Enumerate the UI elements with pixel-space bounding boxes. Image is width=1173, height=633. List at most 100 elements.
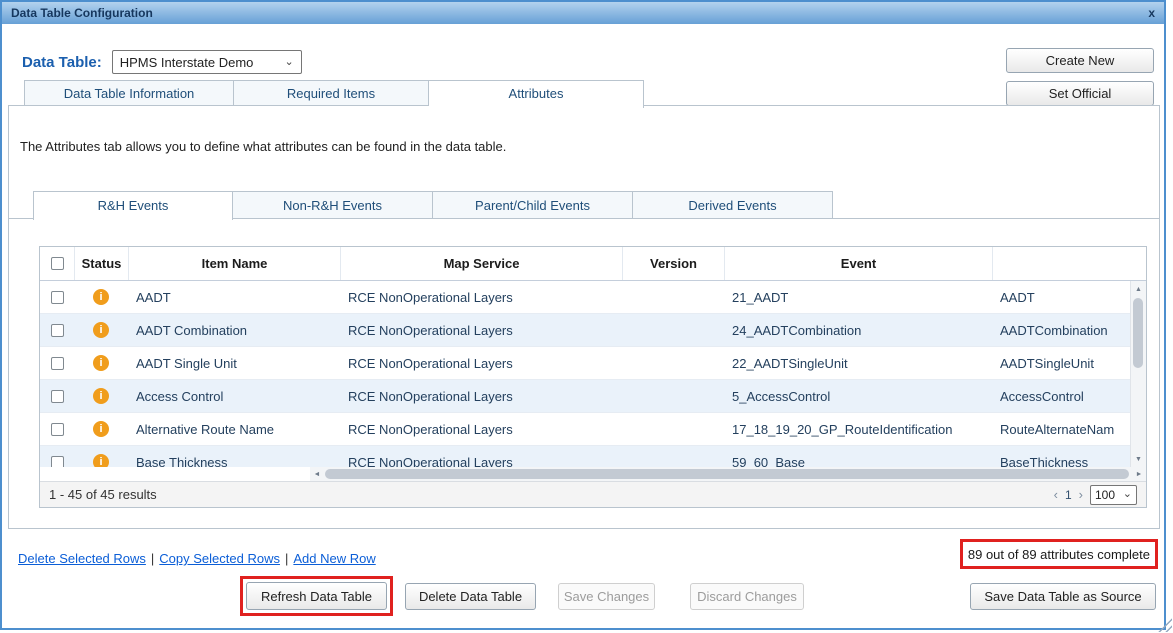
- attributes-tab-panel: The Attributes tab allows you to define …: [8, 105, 1160, 529]
- save-changes-button[interactable]: Save Changes: [558, 583, 655, 610]
- column-header-map-service: Map Service: [340, 247, 622, 280]
- tab-data-table-information[interactable]: Data Table Information: [24, 80, 234, 106]
- attribute-cell: AADT: [992, 281, 1146, 313]
- attributes-table: Status Item Name Map Service Version Eve…: [39, 246, 1147, 508]
- attribute-cell: RouteAlternateNam: [992, 413, 1146, 445]
- map-service-cell: RCE NonOperational Layers: [340, 446, 622, 467]
- page-next-icon[interactable]: ›: [1079, 487, 1083, 502]
- scroll-right-icon[interactable]: ►: [1132, 467, 1146, 481]
- save-data-table-as-source-button[interactable]: Save Data Table as Source: [970, 583, 1156, 610]
- set-official-button[interactable]: Set Official: [1006, 81, 1154, 106]
- scroll-left-icon[interactable]: ◄: [310, 467, 324, 481]
- delete-selected-rows-link[interactable]: Delete Selected Rows: [18, 551, 146, 566]
- refresh-highlight-box: Refresh Data Table: [240, 576, 393, 616]
- page-size-value: 100: [1095, 488, 1115, 502]
- version-cell: [622, 281, 724, 313]
- vertical-scrollbar-thumb[interactable]: [1133, 298, 1143, 368]
- row-checkbox[interactable]: [51, 390, 64, 403]
- data-table-select[interactable]: HPMS Interstate Demo ⌄: [112, 50, 302, 74]
- warning-status-icon: i: [93, 289, 109, 305]
- table-row[interactable]: i Alternative Route Name RCE NonOperatio…: [40, 413, 1146, 446]
- table-body: i AADT RCE NonOperational Layers 21_AADT…: [40, 281, 1146, 467]
- attribute-cell: AADTCombination: [992, 314, 1146, 346]
- table-row[interactable]: i AADT Combination RCE NonOperational La…: [40, 314, 1146, 347]
- delete-data-table-button[interactable]: Delete Data Table: [405, 583, 536, 610]
- event-subtabs: R&H Events Non-R&H Events Parent/Child E…: [33, 191, 833, 220]
- refresh-data-table-button[interactable]: Refresh Data Table: [246, 582, 387, 610]
- table-row[interactable]: i AADT RCE NonOperational Layers 21_AADT…: [40, 281, 1146, 314]
- table-header-row: Status Item Name Map Service Version Eve…: [40, 247, 1146, 281]
- event-cell: 21_AADT: [724, 281, 992, 313]
- page-size-select[interactable]: 100 ⌄: [1090, 485, 1137, 505]
- item-name-cell: Base Thickness: [128, 446, 340, 467]
- window-title: Data Table Configuration: [11, 6, 153, 20]
- subtab-derived-events[interactable]: Derived Events: [633, 191, 833, 219]
- warning-status-icon: i: [93, 388, 109, 404]
- chevron-down-icon: ⌄: [285, 57, 294, 68]
- item-name-cell: Alternative Route Name: [128, 413, 340, 445]
- table-row[interactable]: i AADT Single Unit RCE NonOperational La…: [40, 347, 1146, 380]
- discard-changes-button[interactable]: Discard Changes: [690, 583, 804, 610]
- row-action-links: Delete Selected Rows|Copy Selected Rows|…: [18, 551, 376, 566]
- column-header-item-name: Item Name: [128, 247, 340, 280]
- results-count: 1 - 45 of 45 results: [49, 487, 157, 502]
- attributes-complete-text: 89 out of 89 attributes complete: [968, 547, 1150, 562]
- subtab-non-rh-events[interactable]: Non-R&H Events: [233, 191, 433, 219]
- horizontal-scrollbar[interactable]: ◄ ►: [40, 467, 1146, 481]
- warning-status-icon: i: [93, 454, 109, 467]
- map-service-cell: RCE NonOperational Layers: [340, 281, 622, 313]
- version-cell: [622, 347, 724, 379]
- column-header-event: Event: [724, 247, 992, 280]
- link-separator: |: [151, 551, 154, 566]
- create-new-button[interactable]: Create New: [1006, 48, 1154, 73]
- item-name-cell: Access Control: [128, 380, 340, 412]
- tab-attributes[interactable]: Attributes: [429, 80, 644, 108]
- warning-status-icon: i: [93, 421, 109, 437]
- warning-status-icon: i: [93, 322, 109, 338]
- column-header-attribute: [992, 247, 1146, 280]
- version-cell: [622, 413, 724, 445]
- vertical-scrollbar[interactable]: ▲ ▼: [1130, 281, 1146, 467]
- close-icon[interactable]: x: [1148, 6, 1155, 20]
- horizontal-scrollbar-track: ◄ ►: [310, 467, 1146, 481]
- data-table-label: Data Table:: [22, 54, 102, 71]
- add-new-row-link[interactable]: Add New Row: [293, 551, 375, 566]
- item-name-cell: AADT: [128, 281, 340, 313]
- row-checkbox[interactable]: [51, 324, 64, 337]
- row-checkbox[interactable]: [51, 423, 64, 436]
- scroll-up-icon[interactable]: ▲: [1131, 282, 1146, 296]
- attribute-cell: BaseThickness: [992, 446, 1146, 467]
- column-header-version: Version: [622, 247, 724, 280]
- row-checkbox[interactable]: [51, 291, 64, 304]
- event-cell: 22_AADTSingleUnit: [724, 347, 992, 379]
- warning-status-icon: i: [93, 355, 109, 371]
- tab-required-items[interactable]: Required Items: [234, 80, 429, 106]
- table-row[interactable]: i Access Control RCE NonOperational Laye…: [40, 380, 1146, 413]
- event-cell: 5_AccessControl: [724, 380, 992, 412]
- pagination: ‹ 1 › 100 ⌄: [1054, 485, 1137, 505]
- table-row[interactable]: i Base Thickness RCE NonOperational Laye…: [40, 446, 1146, 467]
- event-cell: 24_AADTCombination: [724, 314, 992, 346]
- row-checkbox[interactable]: [51, 357, 64, 370]
- select-all-checkbox[interactable]: [51, 257, 64, 270]
- page-prev-icon[interactable]: ‹: [1054, 487, 1058, 502]
- attributes-complete-status: 89 out of 89 attributes complete: [960, 539, 1158, 569]
- main-tabs: Data Table Information Required Items At…: [24, 80, 644, 108]
- event-cell: 59_60_Base: [724, 446, 992, 467]
- subtab-parent-child-events[interactable]: Parent/Child Events: [433, 191, 633, 219]
- map-service-cell: RCE NonOperational Layers: [340, 413, 622, 445]
- copy-selected-rows-link[interactable]: Copy Selected Rows: [159, 551, 280, 566]
- subtab-rh-events[interactable]: R&H Events: [33, 191, 233, 220]
- event-subtabs-row: R&H Events Non-R&H Events Parent/Child E…: [9, 191, 1159, 219]
- map-service-cell: RCE NonOperational Layers: [340, 314, 622, 346]
- column-header-status: Status: [74, 247, 128, 280]
- data-table-configuration-window: Data Table Configuration x Data Table: H…: [0, 0, 1173, 633]
- chevron-down-icon: ⌄: [1123, 489, 1132, 500]
- attributes-description: The Attributes tab allows you to define …: [20, 139, 506, 154]
- horizontal-scrollbar-thumb[interactable]: [325, 469, 1129, 479]
- event-cell: 17_18_19_20_GP_RouteIdentification: [724, 413, 992, 445]
- row-checkbox[interactable]: [51, 456, 64, 468]
- table-footer: 1 - 45 of 45 results ‹ 1 › 100 ⌄: [40, 481, 1146, 507]
- page-number[interactable]: 1: [1065, 488, 1072, 502]
- scroll-down-icon[interactable]: ▼: [1131, 452, 1146, 466]
